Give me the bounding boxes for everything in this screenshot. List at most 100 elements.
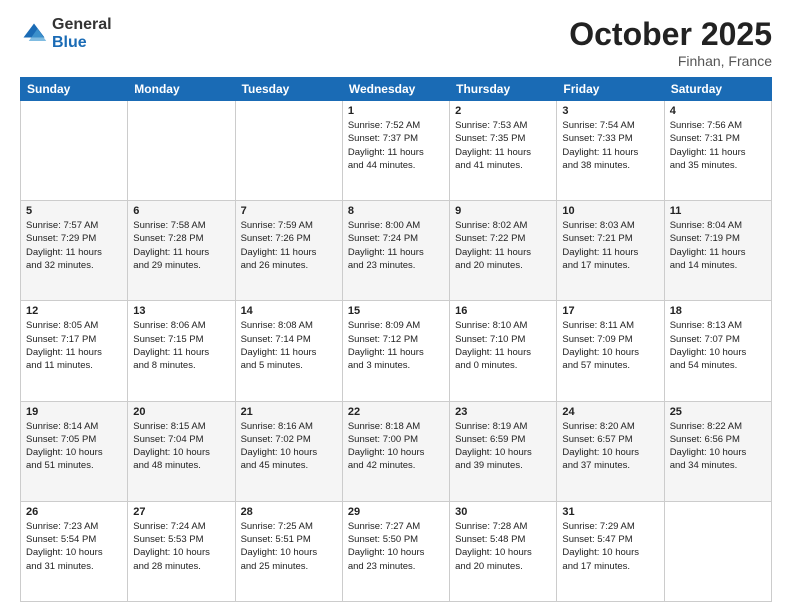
day-number: 1 [348,105,444,117]
day-cell: 4 Sunrise: 7:56 AM Sunset: 7:31 PM Daylig… [664,101,771,201]
day-number: 12 [26,305,122,317]
day-cell: 16 Sunrise: 8:10 AM Sunset: 7:10 PM Dayli… [450,301,557,401]
day-number: 22 [348,406,444,418]
day-info: Sunrise: 8:11 AM Sunset: 7:09 PM Dayligh… [562,319,658,372]
month-title: October 2025 [569,16,772,53]
weekday-tuesday: Tuesday [235,78,342,101]
day-cell: 2 Sunrise: 7:53 AM Sunset: 7:35 PM Daylig… [450,101,557,201]
day-info: Sunrise: 8:16 AM Sunset: 7:02 PM Dayligh… [241,420,337,473]
day-info: Sunrise: 7:58 AM Sunset: 7:28 PM Dayligh… [133,219,229,272]
day-cell: 6 Sunrise: 7:58 AM Sunset: 7:28 PM Daylig… [128,201,235,301]
day-info: Sunrise: 8:15 AM Sunset: 7:04 PM Dayligh… [133,420,229,473]
day-info: Sunrise: 8:03 AM Sunset: 7:21 PM Dayligh… [562,219,658,272]
day-cell [235,101,342,201]
day-info: Sunrise: 7:27 AM Sunset: 5:50 PM Dayligh… [348,520,444,573]
day-cell: 11 Sunrise: 8:04 AM Sunset: 7:19 PM Dayli… [664,201,771,301]
day-cell: 29 Sunrise: 7:27 AM Sunset: 5:50 PM Dayli… [342,501,449,601]
day-number: 2 [455,105,551,117]
day-number: 30 [455,506,551,518]
day-cell: 13 Sunrise: 8:06 AM Sunset: 7:15 PM Dayli… [128,301,235,401]
day-cell: 30 Sunrise: 7:28 AM Sunset: 5:48 PM Dayli… [450,501,557,601]
day-info: Sunrise: 8:04 AM Sunset: 7:19 PM Dayligh… [670,219,766,272]
weekday-sunday: Sunday [21,78,128,101]
day-number: 27 [133,506,229,518]
weekday-wednesday: Wednesday [342,78,449,101]
day-info: Sunrise: 7:59 AM Sunset: 7:26 PM Dayligh… [241,219,337,272]
day-info: Sunrise: 8:22 AM Sunset: 6:56 PM Dayligh… [670,420,766,473]
day-cell: 31 Sunrise: 7:29 AM Sunset: 5:47 PM Dayli… [557,501,664,601]
day-number: 4 [670,105,766,117]
day-cell: 25Sunrise: 8:22 AM Sunset: 6:56 PM Dayli… [664,401,771,501]
day-info: Sunrise: 7:52 AM Sunset: 7:37 PM Dayligh… [348,119,444,172]
day-cell: 14 Sunrise: 8:08 AM Sunset: 7:14 PM Dayli… [235,301,342,401]
day-info: Sunrise: 7:57 AM Sunset: 7:29 PM Dayligh… [26,219,122,272]
weekday-thursday: Thursday [450,78,557,101]
day-number: 21 [241,406,337,418]
day-info: Sunrise: 7:29 AM Sunset: 5:47 PM Dayligh… [562,520,658,573]
day-info: Sunrise: 8:14 AM Sunset: 7:05 PM Dayligh… [26,420,122,473]
day-cell: 28 Sunrise: 7:25 AM Sunset: 5:51 PM Dayli… [235,501,342,601]
day-number: 3 [562,105,658,117]
logo-general: General [52,16,112,34]
week-row-4: 19Sunrise: 8:14 AM Sunset: 7:05 PM Dayli… [21,401,772,501]
day-cell: 1 Sunrise: 7:52 AM Sunset: 7:37 PM Daylig… [342,101,449,201]
day-number: 20 [133,406,229,418]
day-cell: 18 Sunrise: 8:13 AM Sunset: 7:07 PM Dayli… [664,301,771,401]
day-cell: 7 Sunrise: 7:59 AM Sunset: 7:26 PM Daylig… [235,201,342,301]
day-number: 9 [455,205,551,217]
day-number: 10 [562,205,658,217]
day-number: 6 [133,205,229,217]
day-number: 15 [348,305,444,317]
day-number: 26 [26,506,122,518]
day-cell [128,101,235,201]
day-number: 28 [241,506,337,518]
day-number: 7 [241,205,337,217]
weekday-saturday: Saturday [664,78,771,101]
day-cell: 8Sunrise: 8:00 AM Sunset: 7:24 PM Daylig… [342,201,449,301]
day-info: Sunrise: 8:10 AM Sunset: 7:10 PM Dayligh… [455,319,551,372]
day-number: 11 [670,205,766,217]
day-cell [664,501,771,601]
day-cell: 27Sunrise: 7:24 AM Sunset: 5:53 PM Dayli… [128,501,235,601]
location: Finhan, France [569,53,772,69]
day-number: 31 [562,506,658,518]
day-info: Sunrise: 8:06 AM Sunset: 7:15 PM Dayligh… [133,319,229,372]
weekday-header-row: SundayMondayTuesdayWednesdayThursdayFrid… [21,78,772,101]
day-info: Sunrise: 7:56 AM Sunset: 7:31 PM Dayligh… [670,119,766,172]
logo: General Blue [20,16,112,51]
day-cell: 5Sunrise: 7:57 AM Sunset: 7:29 PM Daylig… [21,201,128,301]
day-info: Sunrise: 7:54 AM Sunset: 7:33 PM Dayligh… [562,119,658,172]
day-cell: 3 Sunrise: 7:54 AM Sunset: 7:33 PM Daylig… [557,101,664,201]
day-info: Sunrise: 8:02 AM Sunset: 7:22 PM Dayligh… [455,219,551,272]
day-info: Sunrise: 8:18 AM Sunset: 7:00 PM Dayligh… [348,420,444,473]
day-info: Sunrise: 7:28 AM Sunset: 5:48 PM Dayligh… [455,520,551,573]
day-cell: 9 Sunrise: 8:02 AM Sunset: 7:22 PM Daylig… [450,201,557,301]
day-number: 29 [348,506,444,518]
day-cell: 24Sunrise: 8:20 AM Sunset: 6:57 PM Dayli… [557,401,664,501]
week-row-2: 5Sunrise: 7:57 AM Sunset: 7:29 PM Daylig… [21,201,772,301]
calendar: SundayMondayTuesdayWednesdayThursdayFrid… [20,77,772,602]
day-number: 13 [133,305,229,317]
day-cell: 26Sunrise: 7:23 AM Sunset: 5:54 PM Dayli… [21,501,128,601]
day-cell: 23Sunrise: 8:19 AM Sunset: 6:59 PM Dayli… [450,401,557,501]
week-row-3: 12Sunrise: 8:05 AM Sunset: 7:17 PM Dayli… [21,301,772,401]
day-cell: 20 Sunrise: 8:15 AM Sunset: 7:04 PM Dayli… [128,401,235,501]
day-cell: 15Sunrise: 8:09 AM Sunset: 7:12 PM Dayli… [342,301,449,401]
day-number: 17 [562,305,658,317]
day-number: 16 [455,305,551,317]
day-cell [21,101,128,201]
day-cell: 10 Sunrise: 8:03 AM Sunset: 7:21 PM Dayli… [557,201,664,301]
week-row-1: 1 Sunrise: 7:52 AM Sunset: 7:37 PM Daylig… [21,101,772,201]
day-info: Sunrise: 8:13 AM Sunset: 7:07 PM Dayligh… [670,319,766,372]
day-number: 18 [670,305,766,317]
day-cell: 12Sunrise: 8:05 AM Sunset: 7:17 PM Dayli… [21,301,128,401]
day-info: Sunrise: 8:08 AM Sunset: 7:14 PM Dayligh… [241,319,337,372]
logo-blue: Blue [52,34,112,52]
day-info: Sunrise: 7:25 AM Sunset: 5:51 PM Dayligh… [241,520,337,573]
weekday-monday: Monday [128,78,235,101]
day-number: 24 [562,406,658,418]
day-info: Sunrise: 7:53 AM Sunset: 7:35 PM Dayligh… [455,119,551,172]
day-info: Sunrise: 8:19 AM Sunset: 6:59 PM Dayligh… [455,420,551,473]
day-number: 14 [241,305,337,317]
week-row-5: 26Sunrise: 7:23 AM Sunset: 5:54 PM Dayli… [21,501,772,601]
